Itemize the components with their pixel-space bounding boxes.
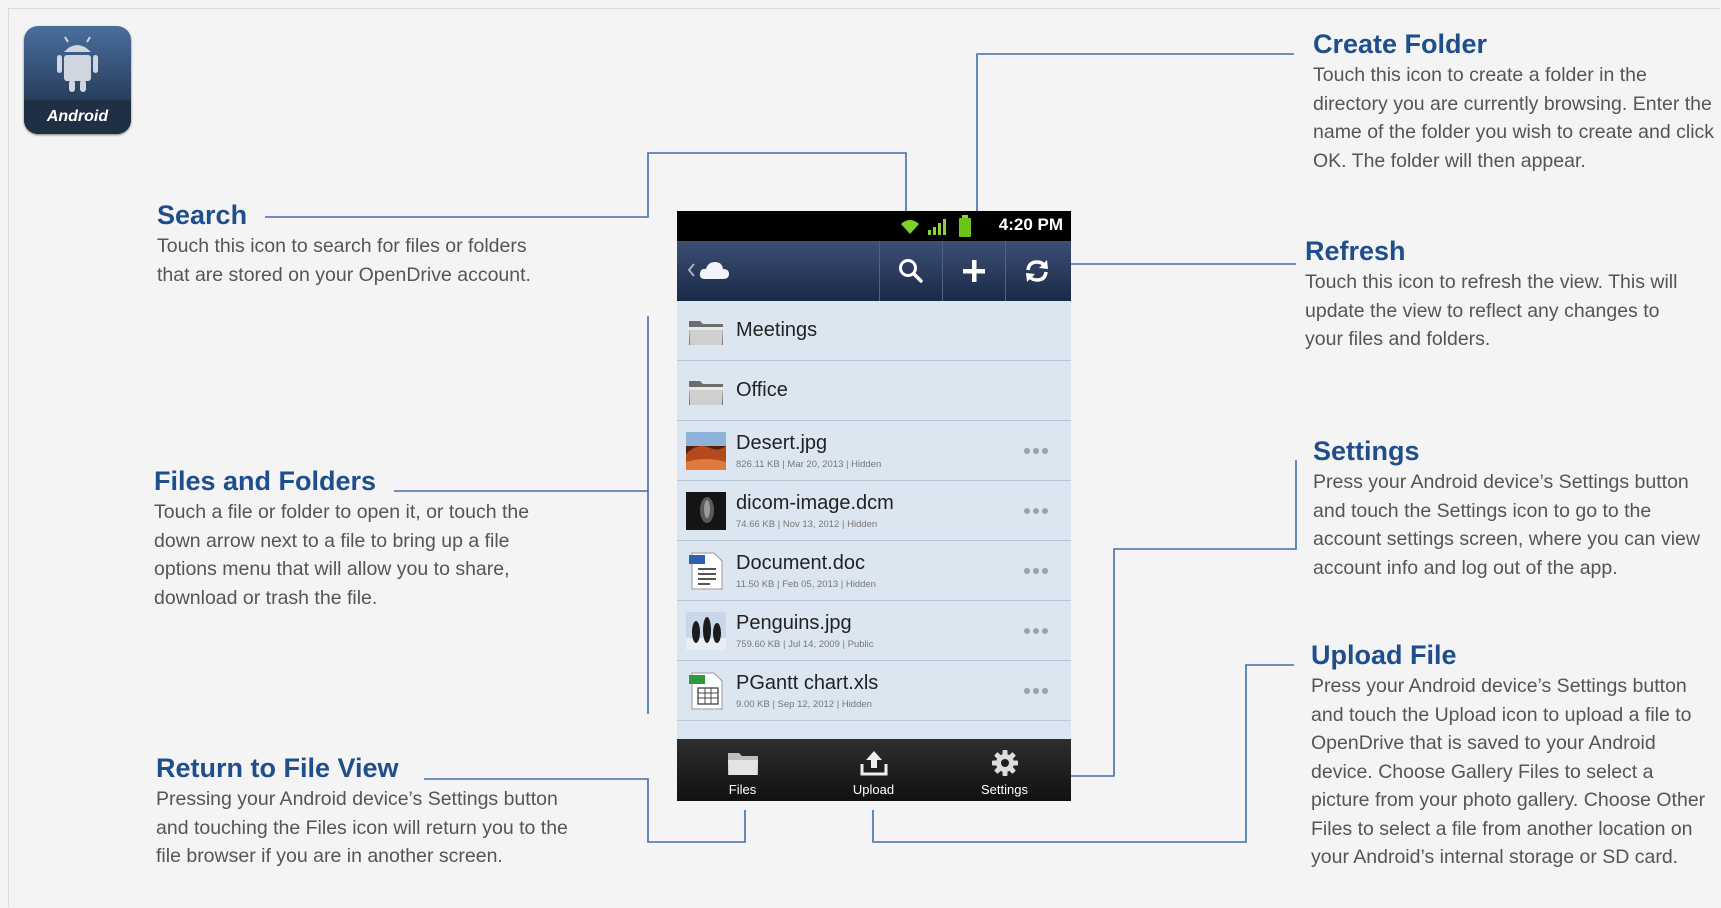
list-item[interactable]: Office bbox=[677, 361, 1071, 421]
folder-icon bbox=[689, 381, 723, 405]
return-view-description: Pressing your Android device’s Settings … bbox=[156, 788, 568, 867]
list-item[interactable]: dicom-image.dcm 74.66 KB | Nov 13, 2012 … bbox=[677, 481, 1071, 541]
upload-tab-label: Upload bbox=[852, 782, 895, 797]
item-meta: 9.00 KB | Sep 12, 2012 | Hidden bbox=[736, 699, 872, 710]
item-meta: 759.60 KB | Jul 14, 2009 | Public bbox=[736, 639, 874, 650]
doc-icon bbox=[689, 552, 723, 590]
item-name: dicom-image.dcm bbox=[736, 492, 894, 514]
image-thumbnail bbox=[686, 612, 726, 650]
create-folder-heading: Create Folder bbox=[1313, 29, 1488, 59]
more-options-icon[interactable] bbox=[1023, 687, 1049, 695]
search-callout: Search Touch this icon to search for fil… bbox=[157, 198, 537, 289]
battery-icon bbox=[959, 215, 971, 237]
create-folder-button[interactable] bbox=[942, 241, 1005, 301]
files-tab-button[interactable]: Files bbox=[677, 739, 808, 801]
search-button[interactable] bbox=[879, 241, 942, 301]
settings-connector bbox=[1071, 460, 1297, 777]
settings-tab-label: Settings bbox=[981, 782, 1028, 797]
files-folders-callout: Files and Folders Touch a file or folder… bbox=[154, 464, 562, 612]
item-meta: 11.50 KB | Feb 05, 2013 | Hidden bbox=[736, 579, 876, 590]
back-chevron-icon[interactable] bbox=[687, 263, 695, 277]
gear-icon bbox=[992, 750, 1018, 776]
item-meta: 826.11 KB | Mar 20, 2013 | Hidden bbox=[736, 459, 882, 470]
upload-icon bbox=[860, 751, 888, 776]
more-options-icon[interactable] bbox=[1023, 567, 1049, 575]
more-options-icon[interactable] bbox=[1023, 447, 1049, 455]
more-options-icon[interactable] bbox=[1023, 507, 1049, 515]
plus-icon bbox=[963, 260, 985, 282]
list-item[interactable]: Desert.jpg 826.11 KB | Mar 20, 2013 | Hi… bbox=[677, 421, 1071, 481]
signal-icon bbox=[928, 219, 946, 235]
refresh-callout: Refresh Touch this icon to refresh the v… bbox=[1305, 234, 1700, 354]
search-description: Touch this icon to search for files or f… bbox=[157, 235, 531, 286]
folder-icon bbox=[728, 753, 758, 775]
phone-screen: 4:20 PM Meetings Office Desert.jpg 826.1… bbox=[677, 211, 1071, 801]
files-folders-heading: Files and Folders bbox=[154, 466, 377, 496]
settings-callout: Settings Press your Android device’s Set… bbox=[1313, 434, 1718, 582]
item-name: Office bbox=[736, 379, 788, 401]
image-thumbnail bbox=[686, 432, 726, 470]
item-meta: 74.66 KB | Nov 13, 2012 | Hidden bbox=[736, 519, 878, 530]
search-heading: Search bbox=[157, 200, 248, 230]
list-item[interactable]: PGantt chart.xls 9.00 KB | Sep 12, 2012 … bbox=[677, 661, 1071, 721]
list-item[interactable]: Document.doc 11.50 KB | Feb 05, 2013 | H… bbox=[677, 541, 1071, 601]
list-item[interactable]: Meetings bbox=[677, 301, 1071, 361]
settings-description: Press your Android device’s Settings but… bbox=[1313, 471, 1700, 579]
files-folders-description: Touch a file or folder to open it, or to… bbox=[154, 501, 530, 609]
item-name: Desert.jpg bbox=[736, 432, 828, 454]
app-toolbar bbox=[677, 241, 1071, 301]
wifi-icon bbox=[901, 220, 919, 234]
refresh-button[interactable] bbox=[1005, 241, 1068, 301]
settings-tab-button[interactable]: Settings bbox=[939, 739, 1070, 801]
create-folder-callout: Create Folder Touch this icon to create … bbox=[1313, 27, 1718, 175]
upload-heading: Upload File bbox=[1311, 640, 1457, 670]
refresh-heading: Refresh bbox=[1305, 236, 1406, 266]
files-tab-label: Files bbox=[728, 782, 757, 797]
dicom-thumbnail bbox=[686, 492, 726, 530]
search-icon bbox=[899, 259, 923, 283]
file-list: Meetings Office Desert.jpg 826.11 KB | M… bbox=[677, 301, 1071, 739]
xls-icon bbox=[689, 672, 723, 710]
status-bar: 4:20 PM bbox=[677, 211, 1071, 241]
list-item[interactable]: Penguins.jpg 759.60 KB | Jul 14, 2009 | … bbox=[677, 601, 1071, 661]
item-name: PGantt chart.xls bbox=[736, 672, 879, 694]
more-options-icon[interactable] bbox=[1023, 627, 1049, 635]
item-name: Document.doc bbox=[736, 552, 865, 574]
bottom-nav-bar: Files Upload Settings bbox=[677, 739, 1071, 801]
item-name: Meetings bbox=[736, 319, 818, 341]
cloud-icon[interactable] bbox=[698, 259, 730, 281]
create-folder-description: Touch this icon to create a folder in th… bbox=[1313, 64, 1715, 172]
return-view-callout: Return to File View Pressing your Androi… bbox=[156, 751, 576, 871]
settings-heading: Settings bbox=[1313, 436, 1420, 466]
return-view-heading: Return to File View bbox=[156, 753, 399, 783]
upload-callout: Upload File Press your Android device’s … bbox=[1311, 638, 1716, 872]
folder-icon bbox=[689, 321, 723, 345]
item-name: Penguins.jpg bbox=[736, 612, 852, 634]
refresh-icon bbox=[1026, 260, 1048, 282]
upload-description: Press your Android device’s Settings but… bbox=[1311, 675, 1706, 868]
status-time: 4:20 PM bbox=[998, 215, 1063, 234]
refresh-description: Touch this icon to refresh the view. Thi… bbox=[1305, 271, 1678, 350]
upload-tab-button[interactable]: Upload bbox=[808, 739, 939, 801]
